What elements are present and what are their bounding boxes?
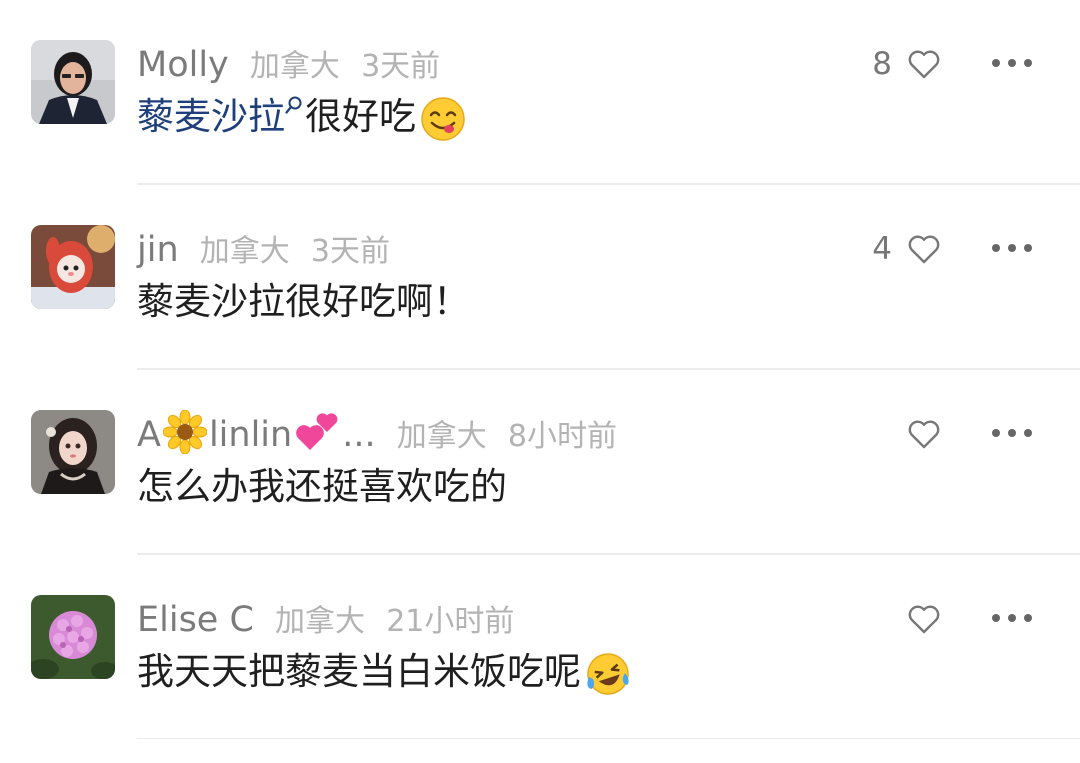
avatar[interactable] <box>31 595 115 679</box>
like-count: 8 <box>872 46 892 82</box>
yum-face-emoji <box>421 96 465 141</box>
timestamp: 8小时前 <box>507 419 617 454</box>
heart-icon[interactable] <box>906 46 942 82</box>
comment-meta: Molly 加拿大 3天前 <box>137 40 440 90</box>
region-label: 加拿大 <box>249 49 340 84</box>
timestamp: 3天前 <box>310 234 391 269</box>
more-options-icon[interactable] <box>990 611 1034 625</box>
sunflower-emoji <box>162 410 207 454</box>
heart-icon[interactable] <box>906 416 942 452</box>
comment-text: 藜麦沙拉 很好吃 <box>137 90 466 144</box>
comment-item: A linlin ... 加拿大 8小时前 怎么办我还挺喜欢吃的 <box>0 370 1080 555</box>
comment-meta: jin 加拿大 3天前 <box>137 225 390 275</box>
comment-text-content: 很好吃 <box>305 95 416 138</box>
username[interactable]: Molly <box>137 45 229 85</box>
username[interactable]: jin <box>137 230 179 270</box>
more-options-icon[interactable] <box>990 56 1034 70</box>
comment-item: Molly 加拿大 3天前 藜麦沙拉 很好吃 8 <box>0 0 1080 185</box>
timestamp: 21小时前 <box>386 604 515 639</box>
like-count: 4 <box>872 231 892 267</box>
comment-text: 我天天把藜麦当白米饭吃呢 <box>137 645 631 699</box>
username-part: ... <box>342 415 376 455</box>
avatar[interactable] <box>31 410 115 494</box>
divider <box>137 738 1080 739</box>
timestamp: 3天前 <box>361 49 441 84</box>
region-label: 加拿大 <box>199 234 290 269</box>
avatar[interactable] <box>31 40 115 124</box>
comment-text-content: 我天天把藜麦当白米饭吃呢 <box>137 650 581 693</box>
search-icon <box>285 96 302 114</box>
comment-meta: A linlin ... 加拿大 8小时前 <box>137 410 617 460</box>
username[interactable]: A linlin ... <box>137 410 376 455</box>
crying-laughing-emoji <box>587 652 629 695</box>
comment-item: Elise C 加拿大 21小时前 我天天把藜麦当白米饭吃呢 <box>0 555 1080 740</box>
comment-text: 怎么办我还挺喜欢吃的 <box>137 460 507 514</box>
two-hearts-emoji <box>296 413 338 450</box>
comment-text-content: 藜麦沙拉很好吃啊！ <box>137 280 470 323</box>
comment-text-content: 怎么办我还挺喜欢吃的 <box>137 465 507 508</box>
heart-icon[interactable] <box>906 231 942 267</box>
more-options-icon[interactable] <box>990 426 1034 440</box>
region-label: 加拿大 <box>396 419 487 454</box>
more-options-icon[interactable] <box>990 241 1034 255</box>
username[interactable]: Elise C <box>137 600 254 640</box>
heart-icon[interactable] <box>906 601 942 637</box>
username-part: A <box>137 415 161 455</box>
avatar[interactable] <box>31 225 115 309</box>
comment-text: 藜麦沙拉很好吃啊！ <box>137 275 470 329</box>
username-part: linlin <box>208 415 293 455</box>
comment-item: jin 加拿大 3天前 藜麦沙拉很好吃啊！ 4 <box>0 185 1080 370</box>
region-label: 加拿大 <box>275 604 366 639</box>
comment-meta: Elise C 加拿大 21小时前 <box>137 595 514 645</box>
keyword-link[interactable]: 藜麦沙拉 <box>137 95 285 138</box>
